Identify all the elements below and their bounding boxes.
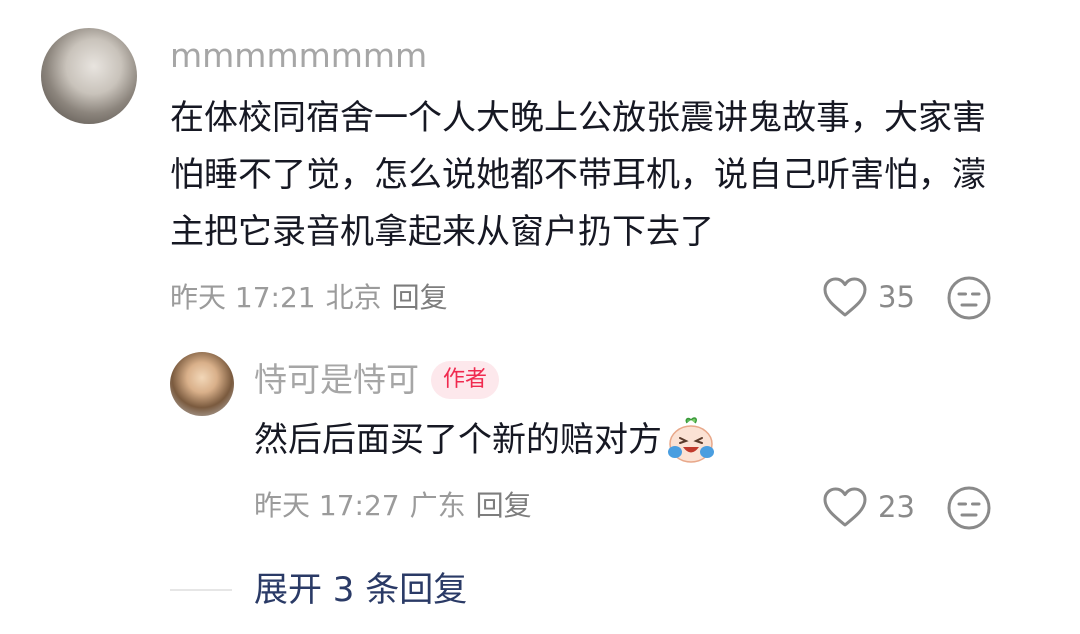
commenter-username[interactable]: mmmmmmmm [170, 36, 427, 76]
reply-header: 恃可是恃可 作者 [254, 360, 500, 400]
reply-dislike-button[interactable] [946, 485, 992, 531]
reply-meta: 昨天 17:27 广东 回复 [254, 488, 542, 524]
reply-time: 昨天 17:27 [254, 489, 400, 522]
reply-text[interactable]: 然后后面买了个新的赔对方 [254, 412, 662, 469]
neutral-face-icon [947, 486, 991, 530]
reply-content: 然后后面买了个新的赔对方 [254, 412, 718, 469]
comment-like-button[interactable]: 35 [822, 276, 915, 318]
comment-thread: mmmmmmmm 在体校同宿舍一个人大晚上公放张震讲鬼故事，大家害怕睡不了觉，怎… [0, 0, 1080, 634]
comment-text[interactable]: 在体校同宿舍一个人大晚上公放张震讲鬼故事，大家害怕睡不了觉，怎么说她都不带耳机，… [170, 90, 1000, 261]
replier-avatar[interactable] [170, 352, 234, 416]
heart-icon [823, 277, 867, 317]
comment-dislike-button[interactable] [946, 275, 992, 321]
author-badge: 作者 [431, 361, 500, 399]
neutral-face-icon [947, 276, 991, 320]
heart-icon [823, 487, 867, 527]
replier-username[interactable]: 恃可是恃可 [254, 360, 419, 400]
comment-like-count: 35 [878, 280, 915, 314]
reply-like-count: 23 [878, 490, 915, 524]
comment-meta: 昨天 17:21 北京 回复 [170, 280, 458, 316]
reply-location: 广东 [409, 489, 466, 522]
comment-time: 昨天 17:21 [170, 281, 316, 314]
commenter-avatar[interactable] [41, 28, 137, 124]
expand-divider [170, 589, 232, 591]
expand-replies-button[interactable]: 展开 3 条回复 [254, 570, 467, 610]
reply-reply-button[interactable]: 回复 [476, 489, 532, 522]
comment-reply-button[interactable]: 回复 [392, 281, 448, 314]
reply-like-button[interactable]: 23 [822, 486, 915, 528]
comment-location: 北京 [325, 281, 382, 314]
crying-laughing-radish-emoji-icon [668, 416, 714, 463]
